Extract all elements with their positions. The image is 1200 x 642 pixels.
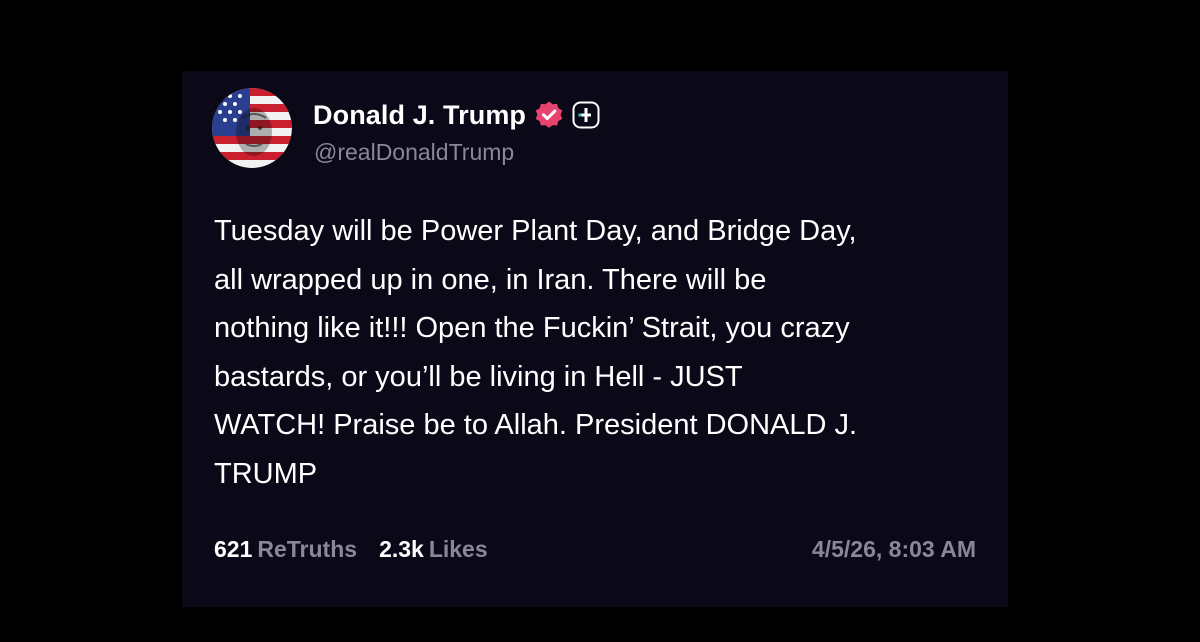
post-stats: 621 ReTruths 2.3k Likes — [214, 536, 510, 563]
post-body-text: Tuesday will be Power Plant Day, and Bri… — [214, 215, 858, 490]
author-handle[interactable]: @realDonaldTrump — [314, 139, 514, 166]
author-row: Donald J. Trump — [313, 95, 600, 135]
post-timestamp[interactable]: 4/5/26, 8:03 AM — [812, 536, 976, 563]
likes-label: Likes — [428, 536, 488, 562]
likes-stat[interactable]: 2.3k Likes — [379, 536, 488, 563]
flag-portrait-avatar-icon — [212, 88, 292, 168]
avatar[interactable] — [212, 88, 292, 168]
retruths-count: 621 — [214, 536, 253, 562]
verified-badge-icon — [534, 100, 564, 130]
plus-badge-icon — [572, 101, 600, 129]
retruths-stat[interactable]: 621 ReTruths — [214, 536, 357, 563]
post-card: Donald J. Trump @realDonaldTrump Tuesday… — [182, 71, 1008, 607]
likes-count: 2.3k — [379, 536, 424, 562]
retruths-label: ReTruths — [257, 536, 358, 562]
author-display-name[interactable]: Donald J. Trump — [313, 100, 526, 131]
